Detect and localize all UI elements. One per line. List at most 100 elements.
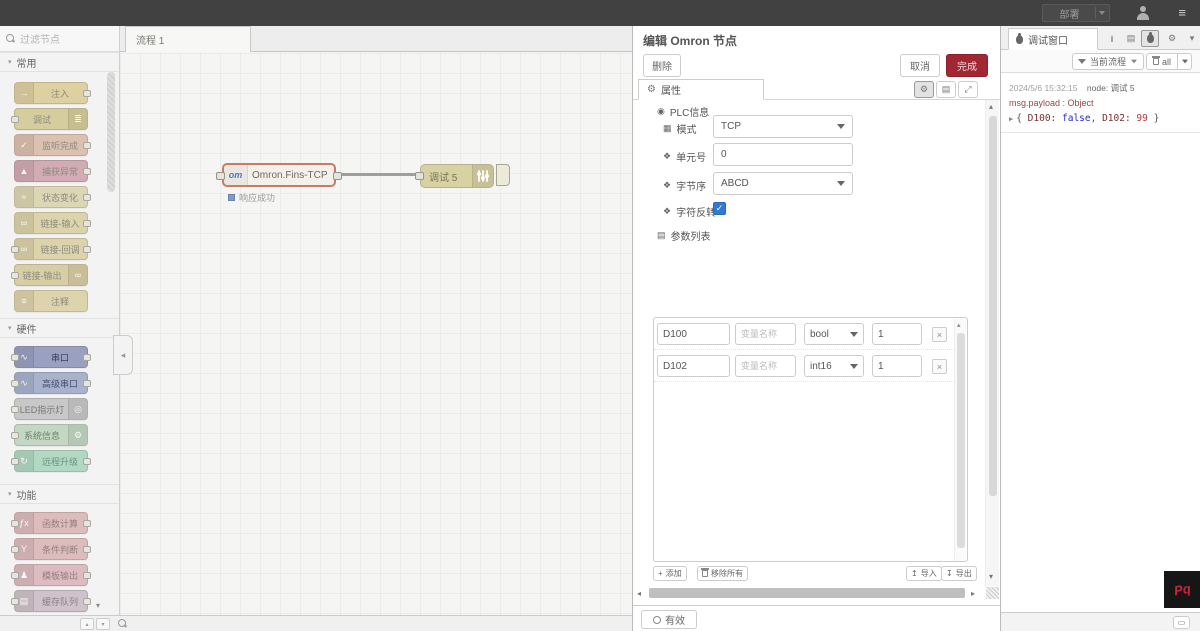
chevron-down-icon: [1131, 60, 1137, 64]
payload-json[interactable]: ▶{ D100: false, D102: 99 }: [1009, 113, 1192, 124]
clear-messages-button[interactable]: all: [1146, 53, 1178, 70]
open-window-button[interactable]: ▭: [1173, 616, 1190, 629]
unit-input[interactable]: [713, 143, 853, 166]
palette-node-function[interactable]: ƒx 函数计算: [14, 512, 88, 534]
add-param-button[interactable]: + 添加: [653, 566, 687, 581]
node-port: [11, 406, 19, 413]
param-count-input[interactable]: [872, 355, 922, 377]
param-type-select[interactable]: int16: [804, 355, 864, 377]
palette-node-serial[interactable]: ∿ 串口: [14, 346, 88, 368]
scroll-up-icon[interactable]: ▴: [989, 102, 993, 111]
flow-wire[interactable]: [340, 173, 418, 176]
mode-select[interactable]: TCP: [713, 115, 853, 138]
node-settings-button[interactable]: ⚙: [914, 81, 934, 98]
scrollbar-thumb[interactable]: [649, 588, 965, 598]
param-address-input[interactable]: [657, 323, 730, 345]
palette-node-inject[interactable]: → 注入: [14, 82, 88, 104]
debug-tab-button[interactable]: [1141, 30, 1159, 47]
filter-button[interactable]: 当前流程: [1072, 53, 1144, 70]
scroll-down-icon[interactable]: ▾: [989, 572, 993, 581]
palette-category-hardware[interactable]: ▾ 硬件: [0, 318, 119, 338]
param-count-input[interactable]: [872, 323, 922, 345]
filter-icon: [1078, 59, 1086, 64]
char-reverse-checkbox[interactable]: ✓: [713, 202, 726, 215]
canvas-grid[interactable]: om Omron.Fins-TCP 响应成功 调试 5 ◂ ◂: [120, 53, 632, 615]
scroll-up-button[interactable]: ▴: [80, 618, 94, 630]
floating-badge[interactable]: Pq: [1164, 571, 1200, 608]
tab-properties[interactable]: ⚙ 属性: [638, 79, 764, 100]
palette-node-queue[interactable]: ▤ 缓存队列: [14, 590, 88, 612]
scrollbar-thumb[interactable]: [989, 116, 997, 496]
scroll-right-icon[interactable]: ▸: [971, 589, 975, 598]
expand-caret-icon[interactable]: ▶: [1009, 115, 1013, 123]
cancel-button[interactable]: 取消: [900, 54, 940, 77]
remove-param-button[interactable]: ×: [932, 327, 947, 342]
scroll-up-icon[interactable]: ▴: [957, 321, 961, 329]
palette-category-common[interactable]: ▾ 常用: [0, 52, 119, 72]
node-input-port[interactable]: [216, 172, 225, 180]
info-tab-button[interactable]: i: [1103, 30, 1121, 47]
debug-message[interactable]: 2024/5/6 15:32:15 node: 调试 5 msg.payload…: [1001, 76, 1200, 133]
config-tab-button[interactable]: ⚙: [1163, 30, 1181, 47]
debug-enable-toggle[interactable]: [496, 164, 510, 186]
palette-node-link-out[interactable]: ∞ 链接-输出: [14, 264, 88, 286]
palette-node-advanced-serial[interactable]: ∿ 高级串口: [14, 372, 88, 394]
param-name-input[interactable]: [735, 355, 796, 377]
remove-all-button[interactable]: 移除所有: [697, 566, 748, 581]
user-icon[interactable]: [1136, 6, 1150, 20]
palette-node-switch[interactable]: Y 条件判断: [14, 538, 88, 560]
debug-icon: ≣: [68, 109, 87, 129]
palette-node-link-call[interactable]: ∞ 链接-回调: [14, 238, 88, 260]
chevron-down-icon[interactable]: ▾: [96, 601, 100, 610]
clear-options-button[interactable]: [1178, 53, 1192, 70]
chevron-down-icon: ▾: [8, 324, 12, 332]
node-output-port[interactable]: [333, 172, 342, 180]
chevron-down-icon[interactable]: [1099, 11, 1105, 15]
palette-node-led[interactable]: ◎ LED指示灯: [14, 398, 88, 420]
scrollbar-thumb[interactable]: [957, 333, 965, 548]
palette-node-link-in[interactable]: ∞ 链接-输入: [14, 212, 88, 234]
param-list-scrollbar[interactable]: ▴: [954, 319, 966, 561]
param-name-input[interactable]: [735, 323, 796, 345]
scroll-down-button[interactable]: ▾: [96, 618, 110, 630]
description-button[interactable]: ▤: [936, 81, 956, 98]
param-address-input[interactable]: [657, 355, 730, 377]
debug-5-node[interactable]: 调试 5: [420, 164, 494, 188]
byte-order-select[interactable]: ABCD: [713, 172, 853, 195]
node-enabled-toggle[interactable]: 有效: [641, 610, 697, 629]
param-type-select[interactable]: bool: [804, 323, 864, 345]
tray-vertical-scrollbar[interactable]: ▴ ▾: [985, 100, 999, 586]
export-button[interactable]: ↧ 导出: [941, 566, 977, 581]
omron-fins-tcp-node[interactable]: om Omron.Fins-TCP: [222, 163, 336, 187]
tray-horizontal-scrollbar[interactable]: ◂ ▸: [633, 586, 983, 600]
delete-button[interactable]: 删除: [643, 54, 681, 77]
palette-node-system-info[interactable]: ⚙ 系统信息: [14, 424, 88, 446]
palette-node-remote-upgrade[interactable]: ↻ 远程升级: [14, 450, 88, 472]
menu-icon[interactable]: ≡: [1178, 5, 1186, 21]
complete-icon: ✓: [15, 135, 34, 155]
palette-node-comment[interactable]: ≡ 注释: [14, 290, 88, 312]
palette-node-catch[interactable]: ▲ 捕获异常: [14, 160, 88, 182]
palette-node-template[interactable]: ♟ 模板输出: [14, 564, 88, 586]
palette-search[interactable]: 过滤节点: [0, 26, 119, 52]
sidebar-menu-button[interactable]: ▾: [1183, 30, 1200, 47]
resize-grip[interactable]: [986, 587, 999, 599]
remove-param-button[interactable]: ×: [932, 359, 947, 374]
node-input-port[interactable]: [415, 172, 424, 180]
palette-node-debug[interactable]: ≣ 调试: [14, 108, 88, 130]
tab-debug-window[interactable]: 调试窗口: [1008, 28, 1098, 50]
palette-collapse-handle[interactable]: ◂: [113, 335, 133, 375]
palette-node-complete[interactable]: ✓ 监听完成: [14, 134, 88, 156]
import-button[interactable]: ↥ 导入: [906, 566, 942, 581]
bug-icon: [1147, 34, 1154, 43]
done-button[interactable]: 完成: [946, 54, 988, 77]
help-tab-button[interactable]: ▤: [1122, 30, 1140, 47]
palette-node-status[interactable]: ≈ 状态变化: [14, 186, 88, 208]
scroll-left-icon[interactable]: ◂: [637, 589, 641, 598]
palette-category-function[interactable]: ▾ 功能: [0, 484, 119, 504]
zoom-search-icon[interactable]: [118, 619, 127, 628]
expand-dialog-button[interactable]: ⤢: [958, 81, 978, 98]
deploy-button[interactable]: 部署: [1042, 4, 1110, 22]
tab-flow-1[interactable]: 流程 1: [125, 26, 251, 52]
palette-scrollbar[interactable]: [107, 72, 115, 192]
